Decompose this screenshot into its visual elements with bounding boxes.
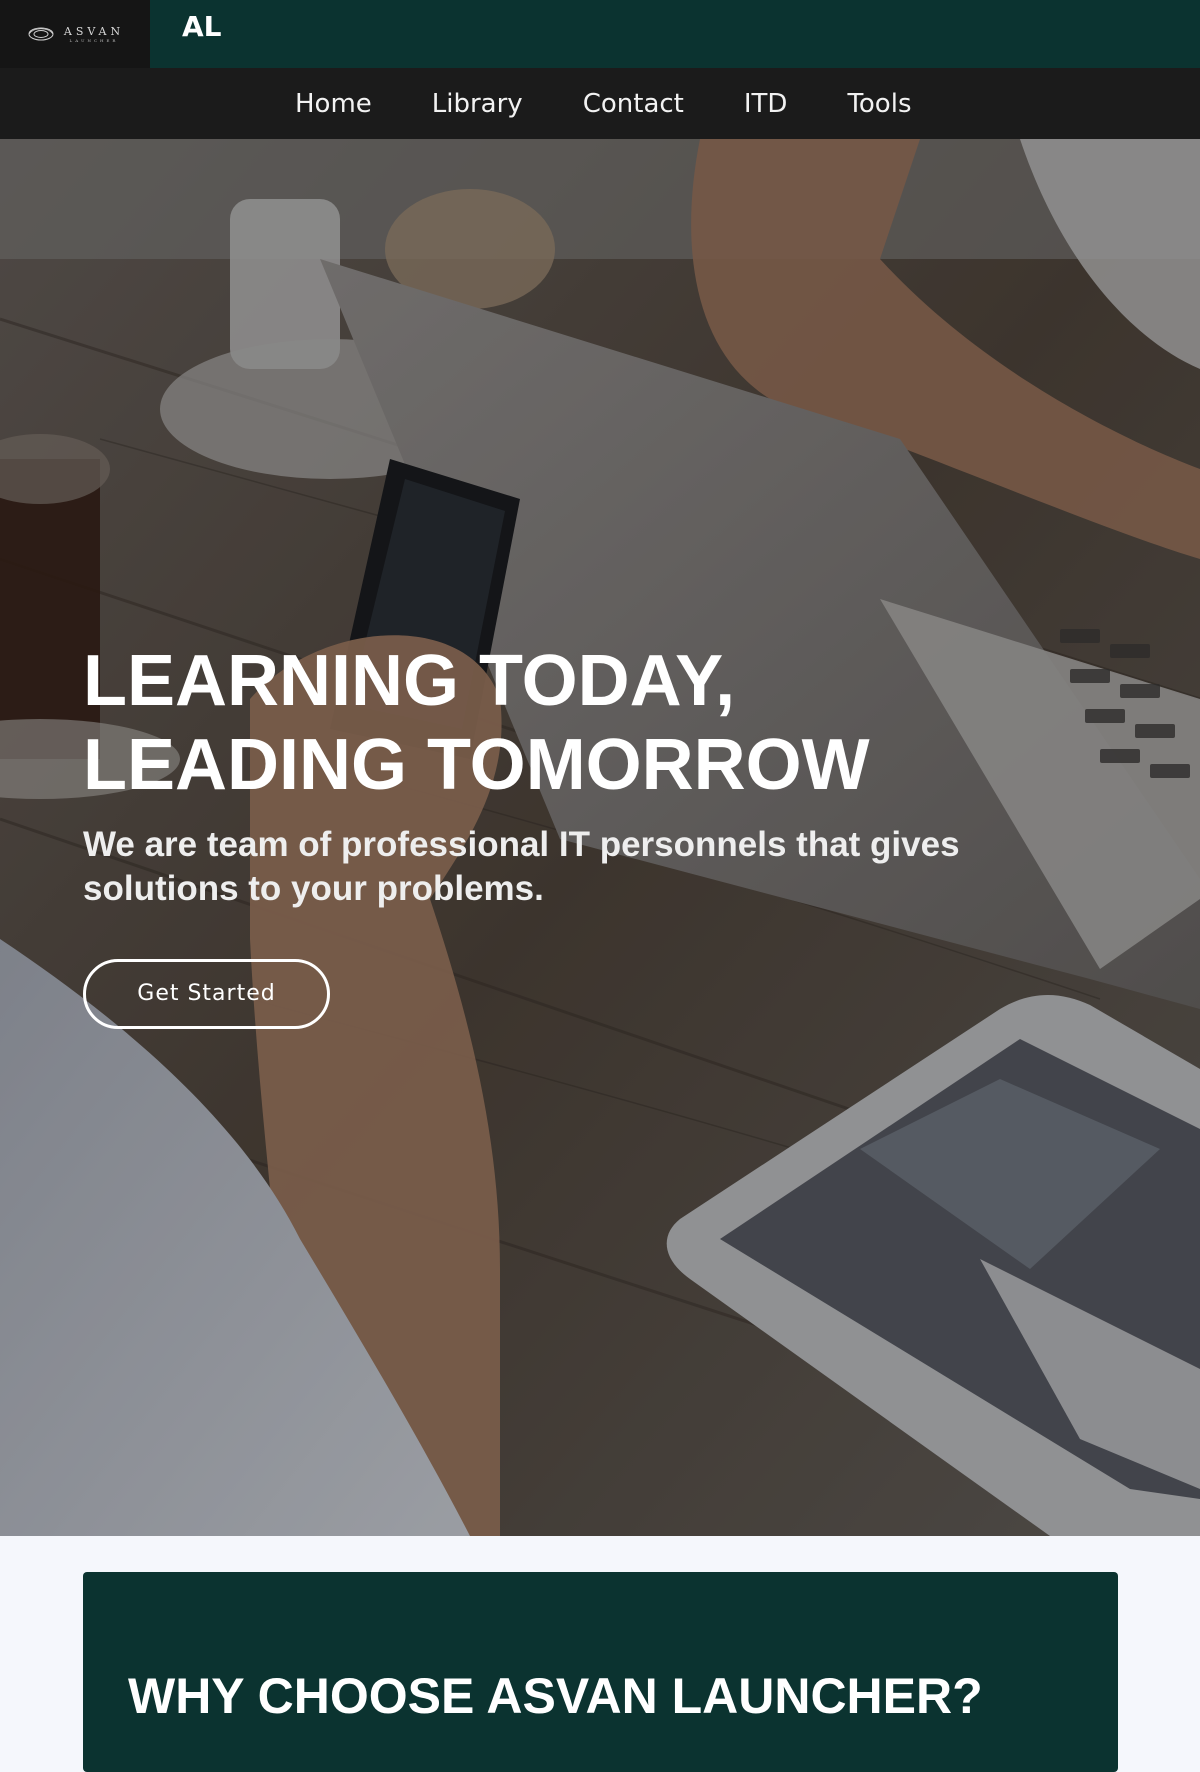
main-navigation: Home Library Contact ITD Tools	[0, 68, 1200, 139]
hero-title-line-2: LEADING TOMORROW	[83, 725, 870, 805]
hero-title-line-1: LEARNING TODAY,	[83, 641, 736, 721]
nav-item-library[interactable]: Library	[432, 89, 523, 119]
hero-section: LEARNING TODAY, LEADING TOMORROW We are …	[0, 139, 1200, 1536]
why-choose-card: WHY CHOOSE ASVAN LAUNCHER?	[83, 1572, 1118, 1772]
get-started-button[interactable]: Get Started	[83, 959, 330, 1029]
hero-subtitle: We are team of professional IT personnel…	[83, 825, 960, 908]
brand-short-name[interactable]: AL	[182, 10, 222, 43]
hero-title: LEARNING TODAY, LEADING TOMORROW	[83, 639, 1143, 807]
logo-subname: LAUNCHER	[69, 37, 119, 43]
nav-item-contact[interactable]: Contact	[583, 89, 684, 119]
logo-wordmark: ASVAN LAUNCHER	[64, 26, 124, 43]
nav-item-home[interactable]: Home	[295, 89, 372, 119]
logo-name: ASVAN	[63, 24, 125, 38]
top-brand-bar: ASVAN LAUNCHER AL	[0, 0, 1200, 68]
nav-item-itd[interactable]: ITD	[744, 89, 788, 119]
logo-swirl-icon	[28, 27, 54, 41]
nav-item-tools[interactable]: Tools	[847, 89, 911, 119]
logo[interactable]: ASVAN LAUNCHER	[0, 0, 150, 68]
why-choose-title: WHY CHOOSE ASVAN LAUNCHER?	[128, 1668, 983, 1724]
hero-content: LEARNING TODAY, LEADING TOMORROW We are …	[83, 639, 1143, 1029]
